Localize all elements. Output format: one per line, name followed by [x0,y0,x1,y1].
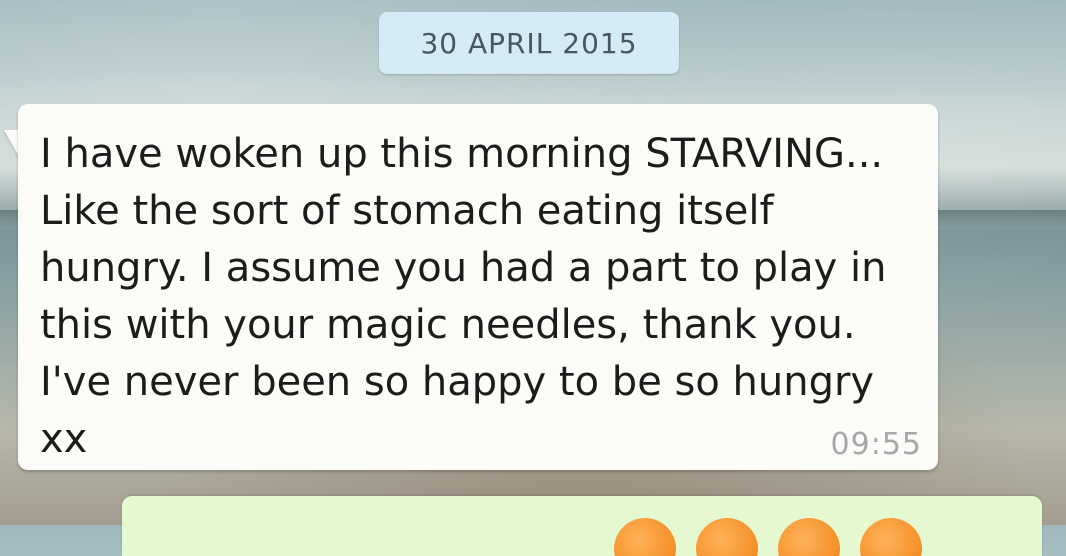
date-separator-label: 30 APRIL 2015 [420,26,638,60]
outgoing-message-bubble[interactable] [122,496,1042,556]
emoji-face-icon [696,518,758,556]
emoji-face-icon [614,518,676,556]
emoji-row [614,518,922,556]
message-timestamp: 09:55 [830,427,922,462]
incoming-message-bubble[interactable]: I have woken up this morning STARVING...… [18,104,938,470]
date-separator: 30 APRIL 2015 [379,12,679,74]
emoji-face-icon [778,518,840,556]
emoji-face-icon [860,518,922,556]
message-text: I have woken up this morning STARVING...… [40,131,887,462]
